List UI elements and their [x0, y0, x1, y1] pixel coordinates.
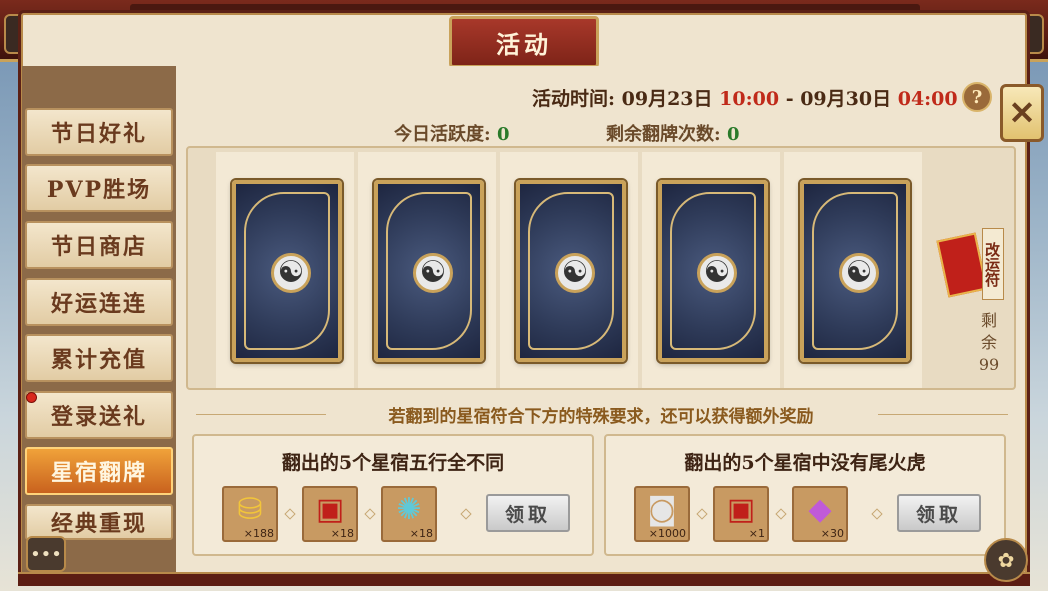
spirit-orb-icon[interactable]: ✺ ×18 [381, 486, 437, 542]
red-chest-glyph: ▣ [726, 492, 756, 527]
flips-value: 0 [726, 124, 740, 145]
event-time-separator: - [785, 88, 794, 110]
item-count: ×1 [748, 527, 765, 540]
sidebar-item-login-gift[interactable]: 登录送礼 [25, 391, 173, 439]
yin-yang-icon: ☯ [697, 253, 737, 293]
yin-yang-icon: ☯ [839, 253, 879, 293]
claim-button-1[interactable]: 领取 [486, 494, 570, 532]
bag-icon[interactable]: ✿ [984, 538, 1028, 582]
flips-stat: 剩余翻牌次数: 0 [606, 120, 739, 146]
gold-ingot-glyph: ⛁ [237, 492, 263, 527]
gem-pile-icon[interactable]: ◆ ×30 [792, 486, 848, 542]
event-time-label: 活动时间: [532, 88, 616, 110]
close-icon[interactable]: ✕ [1000, 84, 1044, 142]
silver-coin-glyph: ◙ [647, 492, 677, 527]
notification-dot [26, 392, 37, 403]
spirit-orb-glyph: ✺ [396, 492, 422, 527]
reward-condition: 翻出的5个星宿中没有尾火虎 [684, 452, 926, 474]
face-down-card-2[interactable]: ☯ [374, 180, 484, 362]
gem-pile-glyph: ◆ [808, 492, 832, 527]
sidebar-item-good-luck[interactable]: 好运连连 [25, 278, 173, 326]
talisman-icon [936, 232, 988, 298]
yin-yang-icon: ☯ [413, 253, 453, 293]
yin-yang-icon: ☯ [555, 253, 595, 293]
sidebar-item-star-flip[interactable]: 星宿翻牌 [25, 447, 173, 495]
face-down-card-4[interactable]: ☯ [658, 180, 768, 362]
claim-button-2[interactable]: 领取 [897, 494, 981, 532]
face-down-card-5[interactable]: ☯ [800, 180, 910, 362]
bottom-beam [18, 572, 1030, 586]
item-count: ×1000 [648, 527, 686, 540]
flips-label: 剩余翻牌次数: [606, 124, 721, 145]
event-start-time: 10:00 [719, 88, 780, 110]
red-chest-icon[interactable]: ▣ ×18 [302, 486, 358, 542]
sidebar-item-classic-return[interactable]: 经典重现 [25, 504, 173, 540]
activity-value: 0 [496, 124, 510, 145]
event-time: 活动时间: 09月23日 10:00 - 09月30日 04:00 [532, 84, 958, 111]
luck-charm-remaining: 剩余 99 [976, 310, 1002, 376]
silver-coin-icon[interactable]: ◙ ×1000 [634, 486, 690, 542]
event-end-date: 09月30日 [800, 88, 892, 110]
item-count: ×188 [243, 527, 274, 540]
red-chest-icon[interactable]: ▣ ×1 [713, 486, 769, 542]
sidebar-item-holiday-gift[interactable]: 节日好礼 [25, 108, 173, 156]
item-count: ×18 [409, 527, 433, 540]
remaining-label: 剩余 [980, 311, 997, 352]
activity-stat: 今日活跃度: 0 [394, 120, 509, 146]
face-down-card-1[interactable]: ☯ [232, 180, 342, 362]
event-end-time: 04:00 [897, 88, 958, 110]
red-chest-glyph: ▣ [315, 492, 345, 527]
sidebar-item-holiday-shop[interactable]: 节日商店 [25, 221, 173, 269]
reward-condition: 翻出的5个星宿五行全不同 [281, 452, 505, 474]
yin-yang-icon: ☯ [271, 253, 311, 293]
luck-charm-button[interactable]: 改运符 [936, 226, 1004, 300]
activity-label: 今日活跃度: [394, 124, 491, 145]
sidebar-item-pvp-wins[interactable]: PVP胜场 [25, 164, 173, 212]
gold-ingot-icon[interactable]: ⛁ ×188 [222, 486, 278, 542]
sidebar-item-total-recharge[interactable]: 累计充值 [25, 334, 173, 382]
chat-icon[interactable]: ••• [26, 536, 66, 572]
remaining-value: 99 [978, 355, 1000, 374]
item-count: ×30 [820, 527, 844, 540]
luck-charm-label: 改运符 [982, 228, 1004, 300]
item-count: ×18 [330, 527, 354, 540]
face-down-card-3[interactable]: ☯ [516, 180, 626, 362]
help-icon[interactable]: ? [962, 82, 992, 112]
window-title: 活动 [449, 16, 599, 68]
bonus-hint: 若翻到的星宿符合下方的特殊要求，还可以获得额外奖励 [388, 407, 814, 427]
event-start-date: 09月23日 [621, 88, 713, 110]
